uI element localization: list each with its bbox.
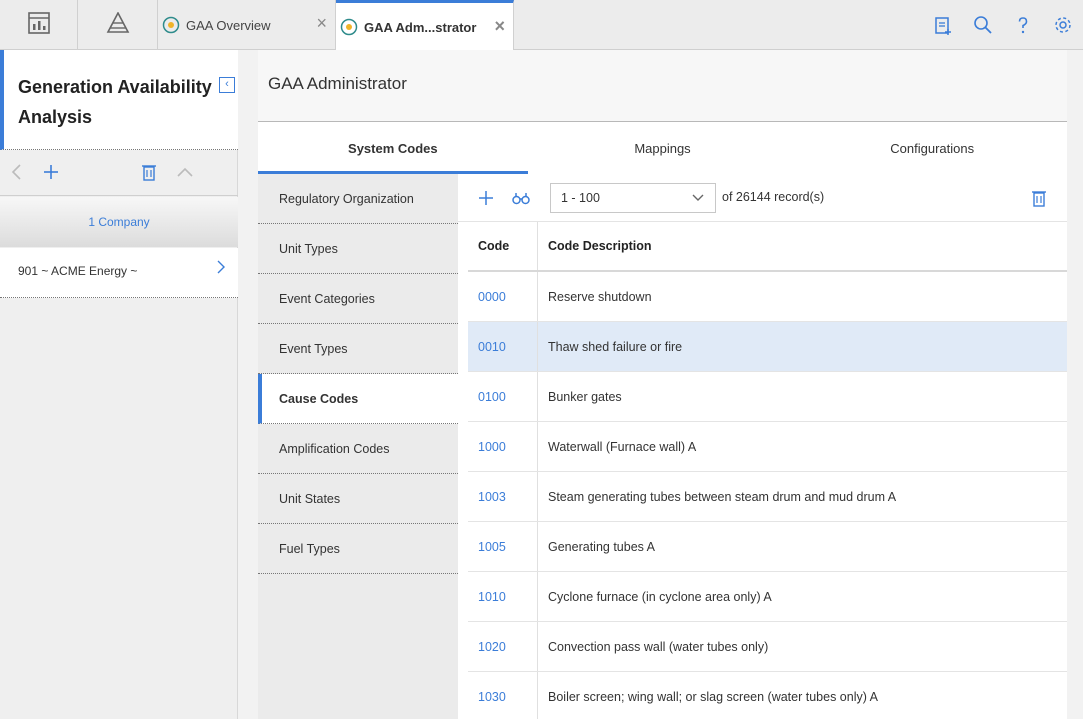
trash-icon[interactable] <box>141 162 157 187</box>
gaa-icon <box>162 16 180 34</box>
list-item-label: 901 ~ ACME Energy ~ <box>18 264 138 278</box>
code-cell[interactable]: 1030 <box>468 672 538 719</box>
description-cell: Boiler screen; wing wall; or slag screen… <box>548 690 879 704</box>
nav-item-fuel-types[interactable]: Fuel Types <box>258 524 458 574</box>
help-icon[interactable] <box>1003 15 1043 35</box>
grid-toolbar: 1 - 100 of 26144 record(s) <box>458 174 1067 222</box>
table-row[interactable]: 0000 Reserve shutdown <box>468 272 1067 322</box>
search-icon[interactable] <box>963 15 1003 35</box>
code-cell[interactable]: 1000 <box>468 422 538 471</box>
column-header-code[interactable]: Code <box>468 222 538 270</box>
table-row[interactable]: 1003 Steam generating tubes between steam… <box>468 472 1067 522</box>
nav-item-unit-states[interactable]: Unit States <box>258 474 458 524</box>
nav-item-event-types[interactable]: Event Types <box>258 324 458 374</box>
close-icon[interactable]: × <box>494 17 505 35</box>
section-tabs: System Codes Mappings Configurations <box>258 122 1067 174</box>
description-cell: Convection pass wall (water tubes only) <box>548 640 769 654</box>
description-cell: Generating tubes A <box>548 540 656 554</box>
company-count[interactable]: 1 Company <box>0 197 238 247</box>
tab-system-codes[interactable]: System Codes <box>258 122 528 174</box>
add-icon[interactable] <box>478 188 494 213</box>
nav-item-amplification-codes[interactable]: Amplification Codes <box>258 424 458 474</box>
code-cell[interactable]: 1020 <box>468 622 538 671</box>
chevron-right-icon <box>216 248 226 313</box>
add-icon[interactable] <box>43 162 59 187</box>
page-range-value: 1 - 100 <box>561 191 600 205</box>
table-header: Code Code Description <box>468 222 1067 272</box>
pyramid-button[interactable] <box>78 0 158 50</box>
record-count: of 26144 record(s) <box>722 190 825 204</box>
nav-item-event-categories[interactable]: Event Categories <box>258 274 458 324</box>
table-row[interactable]: 1005 Generating tubes A <box>468 522 1067 572</box>
gear-icon[interactable] <box>1043 15 1083 35</box>
list-item-company[interactable]: 901 ~ ACME Energy ~ <box>0 248 238 298</box>
code-cell[interactable]: 0100 <box>468 372 538 421</box>
chevron-down-icon <box>691 186 705 220</box>
grid-area: 1 - 100 of 26144 record(s) Code Code Des… <box>458 174 1067 719</box>
table-row[interactable]: 1000 Waterwall (Furnace wall) A <box>468 422 1067 472</box>
code-cell[interactable]: 1003 <box>468 472 538 521</box>
description-cell: Reserve shutdown <box>548 290 652 304</box>
table-row[interactable]: 1020 Convection pass wall (water tubes on… <box>468 622 1067 672</box>
table-row[interactable]: 1030 Boiler screen; wing wall; or slag sc… <box>468 672 1067 719</box>
top-actions <box>923 0 1083 50</box>
table-row[interactable]: 0100 Bunker gates <box>468 372 1067 422</box>
description-cell: Cyclone furnace (in cyclone area only) A <box>548 590 772 604</box>
page-title: GAA Administrator <box>258 50 1067 122</box>
trash-icon[interactable] <box>1031 188 1047 213</box>
tab-label: GAA Overview <box>186 17 271 33</box>
description-cell: Bunker gates <box>548 390 622 404</box>
chevron-up-icon[interactable] <box>176 162 194 187</box>
tab-gaa-administrator[interactable]: GAA Adm...strator × <box>336 0 514 51</box>
table-row[interactable]: 1010 Cyclone furnace (in cyclone area onl… <box>468 572 1067 622</box>
panel-title: Generation Availability Analysis <box>18 77 212 127</box>
description-cell: Waterwall (Furnace wall) A <box>548 440 697 454</box>
dashboard-button[interactable] <box>0 0 78 50</box>
panel-header: Generation Availability Analysis ‹ <box>0 50 238 150</box>
code-cell[interactable]: 0000 <box>468 272 538 321</box>
code-cell[interactable]: 1010 <box>468 572 538 621</box>
code-cell[interactable]: 1005 <box>468 522 538 571</box>
pyramid-icon <box>106 10 130 39</box>
tab-mappings[interactable]: Mappings <box>528 122 798 174</box>
nav-item-cause-codes[interactable]: Cause Codes <box>258 374 458 424</box>
page-range-select[interactable]: 1 - 100 <box>550 183 716 213</box>
table-row[interactable]: 0010 Thaw shed failure or fire <box>468 322 1067 372</box>
codes-nav: Regulatory Organization Unit Types Event… <box>258 174 458 719</box>
binoculars-icon[interactable] <box>512 188 530 213</box>
collapse-panel-icon[interactable]: ‹ <box>219 77 235 93</box>
code-cell[interactable]: 0010 <box>468 322 538 371</box>
gaa-icon <box>340 18 358 36</box>
close-icon[interactable]: × <box>316 14 327 32</box>
column-header-description[interactable]: Code Description <box>538 222 1067 270</box>
clipboard-add-icon[interactable] <box>923 15 963 35</box>
nav-item-unit-types[interactable]: Unit Types <box>258 224 458 274</box>
nav-item-regulatory-organization[interactable]: Regulatory Organization <box>258 174 458 224</box>
panel-toolbar <box>0 150 238 196</box>
top-bar: GAA Overview × GAA Adm...strator × <box>0 0 1083 51</box>
main-area: GAA Administrator System Codes Mappings … <box>238 50 1083 719</box>
left-panel: Generation Availability Analysis ‹ 1 Com… <box>0 50 238 719</box>
back-icon[interactable] <box>10 162 24 187</box>
tab-configurations[interactable]: Configurations <box>797 122 1067 174</box>
codes-table: Code Code Description 0000 Reserve shutdo… <box>468 222 1067 719</box>
tab-gaa-overview[interactable]: GAA Overview × <box>158 0 336 50</box>
description-cell: Thaw shed failure or fire <box>548 340 683 354</box>
description-cell: Steam generating tubes between steam dru… <box>548 490 897 504</box>
dashboard-icon <box>27 11 50 39</box>
tab-label: GAA Adm...strator <box>364 19 477 35</box>
